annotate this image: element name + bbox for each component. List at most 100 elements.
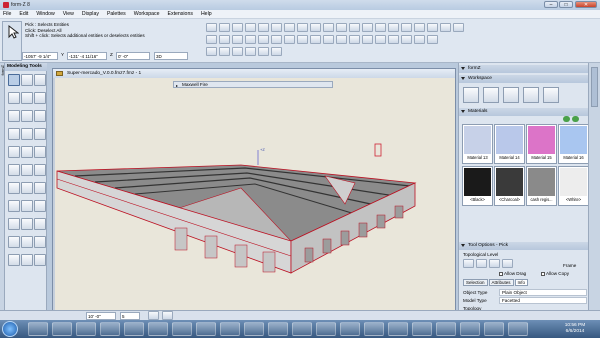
menu-display[interactable]: Display xyxy=(82,11,99,17)
clip-icon[interactable] xyxy=(388,35,399,44)
z-coordinate-field[interactable]: 0' -0" xyxy=(116,52,150,60)
view-top-icon[interactable] xyxy=(401,35,412,44)
ungroup-icon[interactable] xyxy=(271,35,282,44)
maximize-button[interactable]: □ xyxy=(559,1,573,8)
taskbar-app-icon[interactable] xyxy=(172,322,192,336)
taskbar-chrome-icon[interactable] xyxy=(268,322,288,336)
align-right-icon[interactable] xyxy=(232,35,243,44)
tool-options-header[interactable]: Tool Options - Pick xyxy=(459,242,589,250)
mirror-tool-icon[interactable] xyxy=(8,236,20,248)
workspace-tools-icon[interactable] xyxy=(463,87,479,103)
align-left-icon[interactable] xyxy=(206,35,217,44)
pick-tool-icon[interactable] xyxy=(8,74,20,86)
wall-tool-icon[interactable] xyxy=(21,200,33,212)
polygon-tool-icon[interactable] xyxy=(34,92,46,104)
pan-icon[interactable] xyxy=(440,23,451,32)
cube-tool-icon[interactable] xyxy=(8,110,20,122)
menu-view[interactable]: View xyxy=(63,11,74,17)
copy-icon[interactable] xyxy=(271,23,282,32)
paste-icon[interactable] xyxy=(284,23,295,32)
array-icon[interactable] xyxy=(349,35,360,44)
taskbar-ie-icon[interactable] xyxy=(28,322,48,336)
taskbar-app-icon[interactable] xyxy=(484,322,504,336)
layer-icon[interactable] xyxy=(323,23,334,32)
extrude-tool-icon[interactable] xyxy=(8,128,20,140)
relative-icon[interactable] xyxy=(271,47,282,56)
cylinder-tool-icon[interactable] xyxy=(21,110,33,122)
taskbar-app-icon[interactable] xyxy=(76,322,96,336)
segment-level-icon[interactable] xyxy=(476,259,487,268)
system-clock[interactable]: 10:56 PM 6/6/2014 xyxy=(554,323,596,335)
tab-selection[interactable]: Selection xyxy=(463,279,488,286)
measure-icon[interactable] xyxy=(362,35,373,44)
plane-yz-icon[interactable] xyxy=(219,47,230,56)
taskbar-app-icon[interactable] xyxy=(148,322,168,336)
x-coordinate-field[interactable]: -1057' -9 1/4" xyxy=(22,52,58,60)
material-tile[interactable]: <Black> xyxy=(462,166,493,206)
taskbar-app-icon[interactable] xyxy=(412,322,432,336)
print-icon[interactable] xyxy=(245,23,256,32)
show-icon[interactable] xyxy=(297,35,308,44)
snap-field[interactable]: 5 xyxy=(120,312,140,320)
distribute-icon[interactable] xyxy=(245,35,256,44)
menu-window[interactable]: Window xyxy=(36,11,54,17)
curve-tool-icon[interactable] xyxy=(21,164,33,176)
add-material-icon[interactable] xyxy=(563,116,570,122)
taskbar-explorer-icon[interactable] xyxy=(52,322,72,336)
y-coordinate-field[interactable]: -131' -4 11/16" xyxy=(67,52,107,60)
menu-workspace[interactable]: Workspace xyxy=(134,11,160,17)
3d-viewport[interactable]: ▸ Maxwell Fire +Z xyxy=(55,78,455,319)
material-tile[interactable]: <White> xyxy=(558,166,589,206)
shaded-icon[interactable] xyxy=(375,23,386,32)
frame-option[interactable]: Frame xyxy=(563,262,576,269)
materials-panel-header[interactable]: Materials xyxy=(459,108,589,116)
trim-tool-icon[interactable] xyxy=(34,146,46,158)
camera-tool-icon[interactable] xyxy=(21,254,33,266)
redo-icon[interactable] xyxy=(310,23,321,32)
dimension-tool-icon[interactable] xyxy=(21,218,33,230)
taskbar-app-icon[interactable] xyxy=(388,322,408,336)
coordinates-icon[interactable] xyxy=(258,47,269,56)
rectangle-tool-icon[interactable] xyxy=(8,92,20,104)
paint-tool-icon[interactable] xyxy=(21,236,33,248)
eyedropper-tool-icon[interactable] xyxy=(34,236,46,248)
camera-icon[interactable] xyxy=(414,23,425,32)
allow-drag-checkbox[interactable]: Allow Drag xyxy=(499,270,526,277)
taskbar-app-icon[interactable] xyxy=(316,322,336,336)
workspace-globe-icon[interactable] xyxy=(543,87,559,103)
circle-tool-icon[interactable] xyxy=(21,92,33,104)
scrollbar-thumb[interactable] xyxy=(591,67,598,107)
move-tool-icon[interactable] xyxy=(21,74,33,86)
menu-file[interactable]: File xyxy=(3,11,11,17)
align-center-icon[interactable] xyxy=(219,35,230,44)
snap-icon[interactable] xyxy=(349,23,360,32)
formz-panel-header[interactable]: formZ xyxy=(459,65,589,73)
taskbar-app-icon[interactable] xyxy=(436,322,456,336)
status-tool-icon[interactable] xyxy=(162,311,173,320)
rotate-tool-icon[interactable] xyxy=(34,74,46,86)
shell-tool-icon[interactable] xyxy=(34,182,46,194)
text-tool-icon[interactable] xyxy=(8,218,20,230)
material-tile[interactable]: Material 15 xyxy=(526,124,557,164)
plane-xy-icon[interactable] xyxy=(206,47,217,56)
allow-copy-checkbox[interactable]: Allow Copy xyxy=(541,270,569,277)
scale-tool-icon[interactable] xyxy=(34,218,46,230)
chamfer-tool-icon[interactable] xyxy=(21,182,33,194)
plane-zx-icon[interactable] xyxy=(232,47,243,56)
stairs-tool-icon[interactable] xyxy=(8,200,20,212)
material-tile[interactable]: Material 16 xyxy=(558,124,589,164)
taskbar-app-icon[interactable] xyxy=(292,322,312,336)
cut-icon[interactable] xyxy=(258,23,269,32)
light-tool-icon[interactable] xyxy=(8,254,20,266)
view-front-icon[interactable] xyxy=(414,35,425,44)
taskbar-app-icon[interactable] xyxy=(244,322,264,336)
spline-tool-icon[interactable] xyxy=(34,164,46,176)
taskbar-app-icon[interactable] xyxy=(340,322,360,336)
fillet-tool-icon[interactable] xyxy=(8,182,20,194)
zoom-icon[interactable] xyxy=(427,23,438,32)
workspace-pen-icon[interactable] xyxy=(523,87,539,103)
zoom-tool-icon[interactable] xyxy=(34,254,46,266)
point-level-icon[interactable] xyxy=(463,259,474,268)
sphere-tool-icon[interactable] xyxy=(34,110,46,122)
menu-palettes[interactable]: Palettes xyxy=(107,11,126,17)
